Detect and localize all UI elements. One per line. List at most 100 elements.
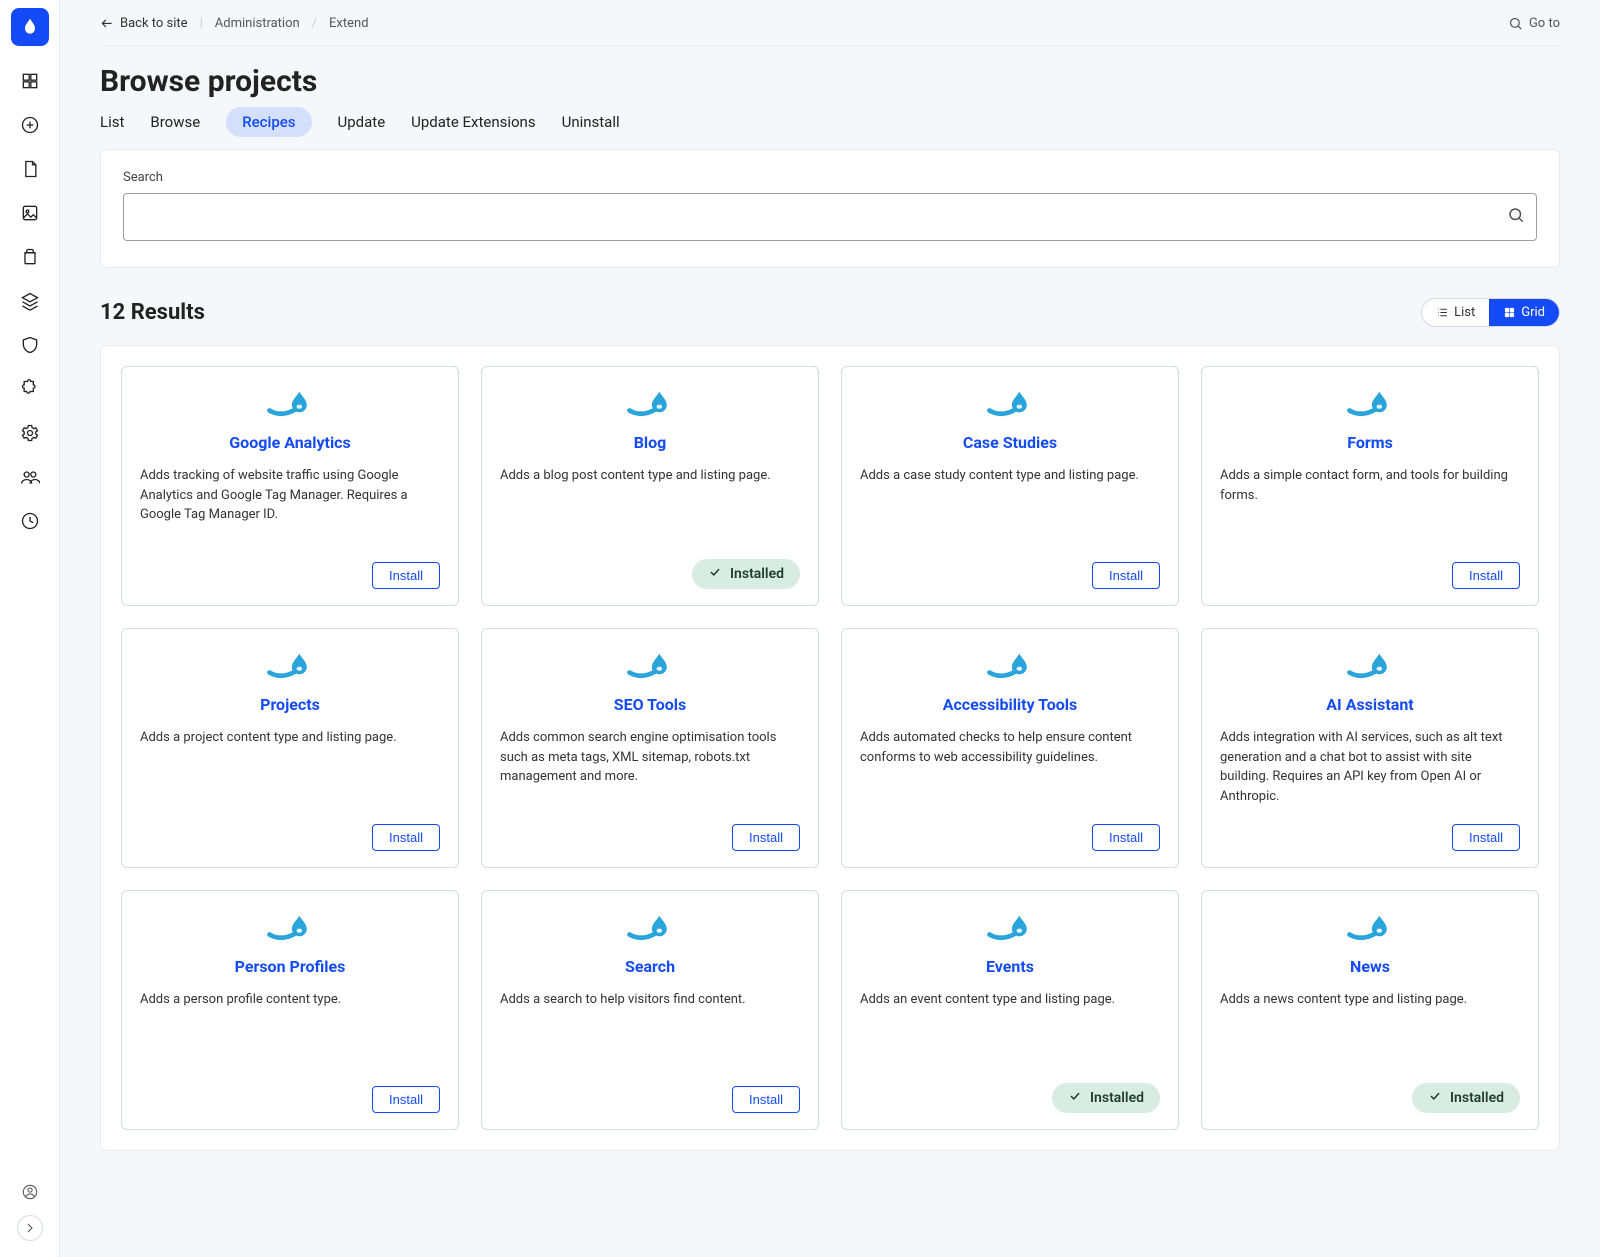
breadcrumb-separator: / (312, 16, 317, 31)
project-title[interactable]: Accessibility Tools (860, 695, 1160, 714)
project-title[interactable]: Search (500, 957, 800, 976)
results-grid-panel: Google AnalyticsAdds tracking of website… (100, 345, 1560, 1151)
project-description: Adds automated checks to help ensure con… (860, 728, 1160, 810)
search-icon (1508, 16, 1523, 31)
users-icon[interactable] (19, 466, 41, 488)
tab-list[interactable]: List (100, 107, 124, 137)
search-input[interactable] (123, 193, 1537, 241)
results-count: 12 Results (100, 300, 205, 325)
project-description: Adds a case study content type and listi… (860, 466, 1160, 548)
tab-update-extensions[interactable]: Update Extensions (411, 107, 535, 137)
page-title: Browse projects (100, 64, 1560, 99)
tab-recipes[interactable]: Recipes (226, 107, 311, 137)
recipe-icon (500, 647, 800, 683)
project-title[interactable]: Forms (1220, 433, 1520, 452)
project-description: Adds an event content type and listing p… (860, 990, 1160, 1069)
project-title[interactable]: SEO Tools (500, 695, 800, 714)
grid-icon (1503, 306, 1516, 319)
logo[interactable] (11, 8, 49, 46)
check-icon (1068, 1089, 1082, 1107)
project-title[interactable]: Google Analytics (140, 433, 440, 452)
project-card: AI Assistant Adds integration with AI ser… (1201, 628, 1539, 868)
shield-icon[interactable] (19, 334, 41, 356)
installed-label: Installed (1090, 1090, 1144, 1106)
recipe-icon (500, 385, 800, 421)
breadcrumb-item[interactable]: Extend (329, 16, 369, 31)
installed-label: Installed (730, 566, 784, 582)
tab-browse[interactable]: Browse (150, 107, 200, 137)
recipe-icon (860, 385, 1160, 421)
back-label: Back to site (120, 16, 188, 31)
recipe-icon (1220, 385, 1520, 421)
breadcrumb: Back to site | Administration / Extend (100, 16, 369, 31)
project-card: SearchAdds a search to help visitors fin… (481, 890, 819, 1130)
search-submit-icon[interactable] (1507, 206, 1525, 228)
install-button[interactable]: Install (732, 1086, 800, 1113)
list-icon (1436, 306, 1449, 319)
trash-icon[interactable] (19, 246, 41, 268)
installed-badge: Installed (1052, 1083, 1160, 1113)
project-description: Adds a project content type and listing … (140, 728, 440, 810)
project-card: BlogAdds a blog post content type and li… (481, 366, 819, 606)
recipe-icon (860, 909, 1160, 945)
project-title[interactable]: AI Assistant (1220, 695, 1520, 714)
goto-button[interactable]: Go to (1508, 16, 1560, 31)
view-toggle: List Grid (1421, 298, 1560, 327)
install-button[interactable]: Install (372, 562, 440, 589)
recipe-icon (1220, 647, 1520, 683)
view-list-button[interactable]: List (1422, 299, 1489, 326)
project-title[interactable]: Blog (500, 433, 800, 452)
check-icon (1428, 1089, 1442, 1107)
add-icon[interactable] (19, 114, 41, 136)
install-button[interactable]: Install (1452, 562, 1520, 589)
sidebar (0, 0, 60, 1257)
account-icon[interactable] (19, 1181, 41, 1203)
puzzle-icon[interactable] (19, 378, 41, 400)
search-panel: Search (100, 149, 1560, 268)
project-description: Adds common search engine optimisation t… (500, 728, 800, 810)
file-icon[interactable] (19, 158, 41, 180)
view-grid-button[interactable]: Grid (1489, 299, 1559, 326)
project-title[interactable]: Events (860, 957, 1160, 976)
recipe-icon (140, 647, 440, 683)
recipe-icon (860, 647, 1160, 683)
goto-label: Go to (1529, 16, 1560, 31)
project-title[interactable]: Case Studies (860, 433, 1160, 452)
install-button[interactable]: Install (1092, 824, 1160, 851)
project-description: Adds integration with AI services, such … (1220, 728, 1520, 810)
collapse-sidebar-button[interactable] (17, 1215, 43, 1241)
back-arrow-icon (100, 17, 114, 31)
search-label: Search (123, 170, 1537, 185)
install-button[interactable]: Install (372, 824, 440, 851)
install-button[interactable]: Install (372, 1086, 440, 1113)
layers-icon[interactable] (19, 290, 41, 312)
tab-update[interactable]: Update (338, 107, 386, 137)
project-card: SEO Tools Adds common search engine optim… (481, 628, 819, 868)
project-card: Person Profiles Adds a person profile con… (121, 890, 459, 1130)
gear-icon[interactable] (19, 422, 41, 444)
breadcrumb-item[interactable]: Administration (215, 16, 300, 31)
topbar: Back to site | Administration / Extend G… (100, 0, 1560, 46)
dashboard-icon[interactable] (19, 70, 41, 92)
tab-uninstall[interactable]: Uninstall (562, 107, 620, 137)
project-title[interactable]: News (1220, 957, 1520, 976)
project-title[interactable]: Person Profiles (140, 957, 440, 976)
install-button[interactable]: Install (732, 824, 800, 851)
check-icon (708, 565, 722, 583)
project-title[interactable]: Projects (140, 695, 440, 714)
image-icon[interactable] (19, 202, 41, 224)
install-button[interactable]: Install (1452, 824, 1520, 851)
recipe-icon (140, 909, 440, 945)
breadcrumb-separator: | (200, 16, 203, 31)
tabs: List Browse Recipes Update Update Extensions… (100, 107, 1560, 137)
clock-icon[interactable] (19, 510, 41, 532)
back-to-site-link[interactable]: Back to site (100, 16, 188, 31)
view-list-label: List (1454, 305, 1475, 320)
project-card: Projects Adds a project content type and … (121, 628, 459, 868)
installed-badge: Installed (692, 559, 800, 589)
install-button[interactable]: Install (1092, 562, 1160, 589)
results-bar: 12 Results List Grid (100, 298, 1560, 327)
view-grid-label: Grid (1521, 305, 1545, 320)
project-card: Case Studies Adds a case study content ty… (841, 366, 1179, 606)
project-description: Adds a person profile content type. (140, 990, 440, 1072)
